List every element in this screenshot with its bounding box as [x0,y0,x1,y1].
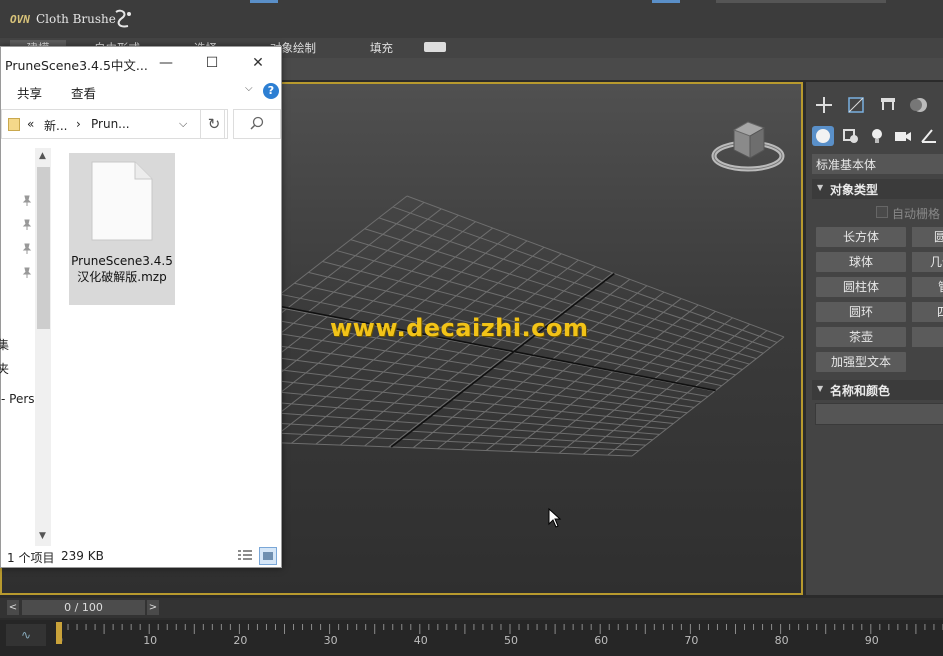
name-color-rollout[interactable]: ▼ 名称和颜色 [812,380,943,400]
large-icons-view-icon[interactable] [259,547,277,565]
menu-view[interactable]: 查看 [71,83,96,102]
plugin-toolbar [0,0,943,39]
pin-icon [22,219,32,230]
pyramid-button[interactable]: 四棱锥 [912,302,943,322]
curve-icon[interactable]: ∿ [6,624,46,646]
pin-icon [22,243,32,254]
primitive-type-dropdown[interactable]: 标准基本体 [812,154,943,174]
grid-line [607,330,768,456]
time-cursor[interactable] [56,622,62,644]
knot-icon[interactable] [110,6,136,32]
next-frame-button[interactable]: > [147,600,159,615]
helpers-icon[interactable] [918,126,940,146]
ruler-label: 70 [684,634,698,647]
ruler-label: 20 [233,634,247,647]
geosphere-button[interactable]: 几何球体 [912,252,943,272]
breadcrumb-separator: › [76,117,81,131]
prev-frame-button[interactable]: < [7,600,19,615]
close-button[interactable]: ✕ [235,49,281,77]
viewcube-icon[interactable] [710,112,786,184]
breadcrumb-part[interactable]: Prun... [91,117,130,131]
geometry-icon[interactable] [812,126,834,146]
plane-button[interactable]: 平面 [912,327,943,347]
breadcrumb-part[interactable]: 新... [44,117,67,134]
file-item[interactable]: PruneScene3.4.5 汉化破解版.mzp [69,153,175,305]
watermark: www.decaizhi.com [330,314,589,342]
hierarchy-icon[interactable] [877,96,899,114]
ruler-label: 30 [324,634,338,647]
grid-line [631,336,785,457]
pin-icon [22,267,32,278]
rollout-title: 名称和颜色 [830,384,891,398]
help-icon[interactable]: ? [263,83,279,99]
maximize-button[interactable]: ☐ [189,49,235,77]
collapse-icon: ▼ [817,384,824,393]
collapse-icon: ▼ [817,183,824,192]
cone-button[interactable]: 圆锥体 [912,227,943,247]
minimize-button[interactable]: — [143,49,189,77]
file-name-line: PruneScene3.4.5 [71,254,173,268]
box-button[interactable]: 长方体 [816,227,906,247]
rollout-title: 对象类型 [830,183,879,197]
ruler-label: 60 [594,634,608,647]
scroll-down-icon[interactable]: ▼ [39,531,46,541]
plugin-title[interactable]: Cloth Brushe [36,12,116,26]
object-type-rollout[interactable]: ▼ 对象类型 [812,179,943,199]
ruler-label: 10 [143,634,157,647]
scrollbar-thumb[interactable] [37,167,50,329]
shapes-icon[interactable] [840,126,862,146]
frame-ruler[interactable]: 0102030405060708090 [52,620,943,656]
grid-line [583,323,751,455]
modify-icon[interactable] [845,96,867,114]
ribbon-options-icon[interactable] [424,42,446,52]
nav-item[interactable]: 夹 [0,360,9,377]
file-name-line: 汉化破解版.mzp [77,270,167,284]
details-view-icon[interactable] [237,549,253,563]
ruler-label: 50 [504,634,518,647]
cylinder-button[interactable]: 圆柱体 [816,277,906,297]
teapot-button[interactable]: 茶壶 [816,327,906,347]
mouse-cursor-icon [548,508,562,528]
sphere-button[interactable]: 球体 [816,252,906,272]
address-overflow[interactable]: « [27,117,34,131]
scroll-up-icon[interactable]: ▲ [39,151,46,161]
toolbar-accent [250,0,278,3]
file-name: PruneScene3.4.5 汉化破解版.mzp [71,253,173,285]
toolbar-field[interactable] [716,0,886,3]
pin-icon [22,195,32,206]
autogrid-label: 自动栅格 [892,207,941,221]
torus-button[interactable]: 圆环 [816,302,906,322]
ruler-label: 40 [414,634,428,647]
item-count: 1 个项目 [7,551,55,565]
window-title: PruneScene3.4.5中文... [5,58,148,73]
tube-button[interactable]: 管状体 [912,277,943,297]
search-icon [250,116,264,130]
ruler-label: 90 [865,634,879,647]
nav-item[interactable]: 集 [0,336,9,353]
file-explorer-window: PruneScene3.4.5中文... — ☐ ✕ 共享 查看 ⌵ ? « 新… [0,46,282,568]
ruler-label: 80 [775,634,789,647]
toolbar-accent [652,0,680,3]
create-icon[interactable] [813,96,835,114]
folder-icon [8,118,20,131]
document-icon [91,161,153,241]
lights-icon[interactable] [866,126,888,146]
plugin-logo: OVN [10,13,30,26]
address-bar[interactable]: « 新... › Prun... ⌵ [1,109,225,139]
tab-populate[interactable]: 填充 [370,40,393,56]
chevron-down-icon[interactable]: ⌵ [179,117,187,131]
refresh-button[interactable]: ↻ [200,109,228,139]
display-icon[interactable] [909,96,931,114]
search-input[interactable] [233,109,281,139]
textplus-button[interactable]: 加强型文本 [816,352,906,372]
time-slider[interactable]: 0 / 100 [22,600,145,615]
selection-size: 239 KB [61,549,104,563]
chevron-down-icon[interactable]: ⌵ [245,83,253,94]
autogrid-checkbox[interactable] [876,206,888,218]
cameras-icon[interactable] [892,126,914,146]
object-name-field[interactable] [815,403,943,425]
menu-share[interactable]: 共享 [17,83,42,102]
